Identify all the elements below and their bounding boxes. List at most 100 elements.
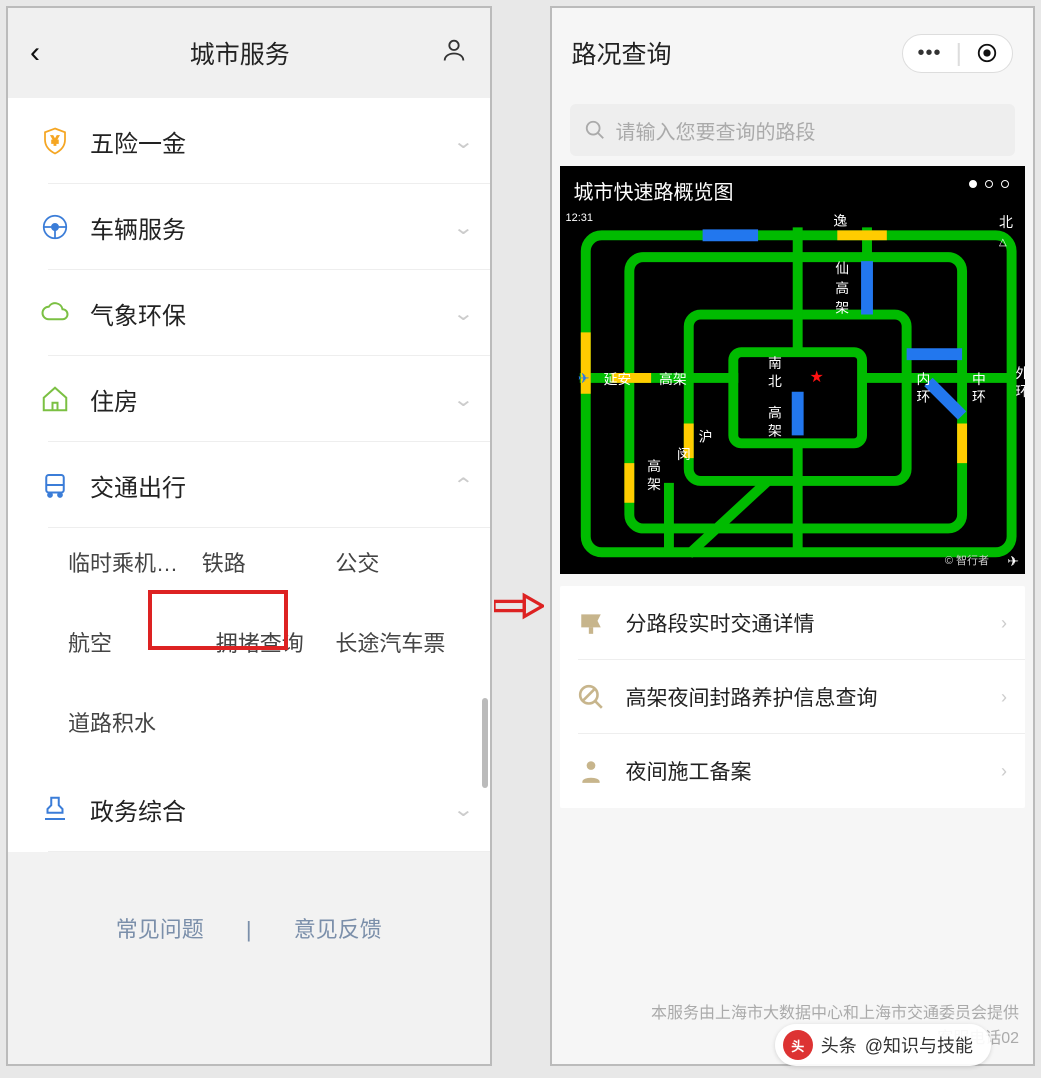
divider: | [246, 917, 252, 942]
dot-active[interactable] [969, 180, 977, 188]
chevron-up-icon: ⌃ [452, 473, 474, 498]
sub-item[interactable]: 道路积水 [68, 696, 202, 748]
svg-text:架: 架 [835, 300, 849, 316]
watermark-avatar: 头 [783, 1030, 813, 1060]
sub-item[interactable]: 铁路 [202, 536, 336, 588]
row-night-closure[interactable]: 高架夜间封路养护信息查询 › [560, 660, 1026, 734]
faq-link[interactable]: 常见问题 [116, 917, 204, 942]
chevron-right-icon: › [1001, 687, 1007, 708]
road-sign-icon [578, 610, 610, 636]
svg-text:环: 环 [916, 389, 930, 405]
house-icon [38, 384, 72, 414]
row-label: 交通出行 [90, 468, 455, 503]
miniprogram-controls: ••• | [902, 34, 1013, 73]
svg-text:环: 环 [1015, 383, 1025, 399]
bus-icon [38, 470, 72, 500]
svg-text:环: 环 [971, 389, 985, 405]
sub-item[interactable]: 公交 [335, 536, 469, 588]
compass-icon: 北△ [999, 212, 1013, 248]
category-list: ¥ 五险一金 ⌄ 车辆服务 ⌄ 气象环保 ⌄ [8, 98, 490, 852]
row-label: 高架夜间封路养护信息查询 [626, 682, 1002, 712]
svg-text:外: 外 [1015, 365, 1025, 381]
sub-item-highlighted[interactable]: 拥堵查询 [202, 616, 336, 668]
watermark-account: @知识与技能 [865, 1032, 973, 1058]
svg-text:高: 高 [767, 405, 781, 421]
dot[interactable] [985, 180, 993, 188]
chevron-right-icon: › [1001, 613, 1007, 634]
row-realtime-detail[interactable]: 分路段实时交通详情 › [560, 586, 1026, 660]
arrow-annotation [496, 6, 546, 1066]
chevron-down-icon: ⌄ [452, 387, 474, 412]
map-timestamp: 12:31 [566, 212, 594, 224]
back-icon[interactable]: ‹ [30, 36, 40, 70]
feedback-link[interactable]: 意见反馈 [294, 917, 382, 942]
no-entry-icon [578, 684, 610, 710]
row-night-construction[interactable]: 夜间施工备案 › [560, 734, 1026, 808]
page-title: 路况查询 [572, 35, 903, 71]
row-transport[interactable]: 交通出行 ⌃ [8, 442, 490, 528]
cloud-icon [38, 298, 72, 328]
search-input[interactable]: 请输入您要查询的路段 [570, 104, 1016, 156]
svg-text:架: 架 [767, 422, 781, 438]
svg-text:高架: 高架 [659, 371, 687, 387]
row-label: 住房 [90, 382, 455, 417]
svg-text:★: ★ [809, 369, 823, 386]
stamp-icon [38, 794, 72, 824]
row-label: 夜间施工备案 [626, 756, 1002, 786]
carousel-dots [969, 180, 1009, 188]
svg-text:沪: 沪 [698, 428, 712, 444]
search-placeholder: 请输入您要查询的路段 [616, 116, 816, 145]
profile-icon[interactable] [440, 36, 468, 71]
row-insurance[interactable]: ¥ 五险一金 ⌄ [8, 98, 490, 184]
map-roads: ★ ✈ 逸 仙 高 架 南 北 高 架 沪 闵 高 架 延安 高架 内 环 [560, 166, 1025, 570]
chevron-down-icon: ⌄ [452, 301, 474, 326]
svg-text:高: 高 [647, 458, 661, 474]
right-screenshot: 路况查询 ••• | 请输入您要查询的路段 [550, 6, 1036, 1066]
left-header: ‹ 城市服务 [8, 8, 490, 98]
scrollbar-thumb[interactable] [482, 698, 488, 788]
svg-text:内: 内 [916, 371, 930, 387]
sub-item[interactable]: 航空 [68, 616, 202, 668]
shield-yen-icon: ¥ [38, 126, 72, 156]
page-title: 城市服务 [40, 35, 440, 71]
sub-item[interactable]: 临时乘机… [68, 536, 202, 588]
svg-text:闵: 闵 [676, 446, 690, 462]
dot[interactable] [1001, 180, 1009, 188]
row-weather[interactable]: 气象环保 ⌄ [8, 270, 490, 356]
svg-text:架: 架 [647, 476, 661, 492]
svg-text:逸: 逸 [833, 212, 847, 228]
left-screenshot: ‹ 城市服务 ¥ 五险一金 ⌄ [6, 6, 492, 1066]
worker-icon [578, 758, 610, 784]
sub-item[interactable]: 长途汽车票 [335, 616, 469, 668]
svg-text:南: 南 [767, 355, 781, 371]
map-copyright: © 智行者 [945, 552, 989, 568]
row-label: 车辆服务 [90, 210, 455, 245]
row-housing[interactable]: 住房 ⌄ [8, 356, 490, 442]
traffic-map[interactable]: ★ ✈ 逸 仙 高 架 南 北 高 架 沪 闵 高 架 延安 高架 内 环 [560, 166, 1026, 574]
row-vehicle[interactable]: 车辆服务 ⌄ [8, 184, 490, 270]
chevron-down-icon: ⌄ [452, 797, 474, 822]
transport-subitems: 临时乘机… 铁路 公交 航空 拥堵查询 长途汽车票 道路积水 [8, 528, 490, 766]
row-label: 分路段实时交通详情 [626, 608, 1002, 638]
steering-wheel-icon [38, 212, 72, 242]
row-label: 气象环保 [90, 296, 455, 331]
row-label: 五险一金 [90, 124, 455, 159]
close-target-icon[interactable] [976, 42, 998, 64]
row-label: 政务综合 [90, 792, 455, 827]
svg-text:高: 高 [835, 280, 849, 296]
plane-icon: ✈ [1007, 553, 1019, 570]
map-title: 城市快速路概览图 [574, 176, 734, 205]
search-icon [584, 119, 606, 141]
watermark-badge: 头 头条 @知识与技能 [775, 1024, 991, 1066]
svg-text:仙: 仙 [835, 260, 849, 276]
svg-text:北: 北 [767, 373, 781, 389]
options-list: 分路段实时交通详情 › 高架夜间封路养护信息查询 › 夜间施工备案 › [560, 586, 1026, 808]
chevron-down-icon: ⌄ [452, 129, 474, 154]
chevron-down-icon: ⌄ [452, 215, 474, 240]
more-icon[interactable]: ••• [917, 43, 941, 63]
svg-text:中: 中 [971, 371, 985, 387]
row-government[interactable]: 政务综合 ⌄ [8, 766, 490, 852]
right-header: 路况查询 ••• | [552, 8, 1034, 98]
left-footer: 常见问题 | 意见反馈 [8, 912, 490, 1064]
watermark-prefix: 头条 [821, 1032, 857, 1058]
